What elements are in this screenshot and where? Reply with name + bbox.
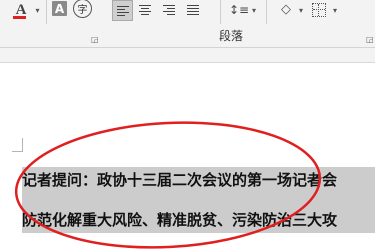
phonetic-guide-icon[interactable]: 字	[73, 0, 92, 18]
line-spacing-dropdown-icon[interactable]: ▾	[250, 3, 258, 17]
ribbon: A ▾ A 字 ↕≡ ▾ ◇ ▾ ▾ 段落 ◲ ◲	[0, 0, 375, 48]
shading-dropdown-icon[interactable]: ▾	[297, 3, 305, 17]
paragraph-dialog-launcher-icon[interactable]: ◲	[366, 35, 374, 44]
align-left-button[interactable]	[112, 0, 133, 21]
align-right-icon	[162, 3, 175, 17]
paragraph-group-label: 段落	[219, 29, 244, 43]
ribbon-bottom-area	[0, 48, 375, 63]
borders-dropdown-icon[interactable]: ▾	[331, 3, 339, 17]
paragraph-line-2[interactable]: 防范化解重大风险、精准脱贫、污染防治三大攻	[22, 207, 375, 233]
align-center-icon	[138, 3, 151, 17]
selected-text: 记者提问：政协十三届二次会议的第一场记者会	[22, 171, 338, 189]
clear-formatting-icon[interactable]: A	[52, 1, 67, 16]
selected-text: 防范化解重大风险、精准脱贫、污染防治三大攻	[22, 211, 338, 229]
font-color-button[interactable]: A	[10, 0, 32, 20]
align-center-button[interactable]	[135, 0, 154, 19]
font-color-bar	[13, 16, 26, 19]
selection-gap	[22, 193, 375, 207]
shading-icon[interactable]: ◇	[276, 0, 296, 19]
line-spacing-icon[interactable]: ↕≡	[229, 0, 249, 19]
divider	[266, 0, 267, 24]
font-color-dropdown-icon[interactable]: ▾	[33, 3, 42, 17]
margin-marker	[22, 138, 23, 152]
paragraph-line-1[interactable]: 记者提问：政协十三届二次会议的第一场记者会	[22, 167, 375, 193]
justify-button[interactable]	[183, 0, 202, 19]
align-left-icon	[116, 4, 129, 18]
align-right-button[interactable]	[159, 0, 178, 19]
divider	[46, 0, 47, 24]
borders-icon[interactable]	[309, 0, 329, 19]
font-dialog-launcher-icon[interactable]: ◲	[91, 35, 99, 44]
justify-icon	[186, 3, 199, 17]
divider	[220, 0, 221, 24]
margin-marker	[12, 151, 22, 152]
